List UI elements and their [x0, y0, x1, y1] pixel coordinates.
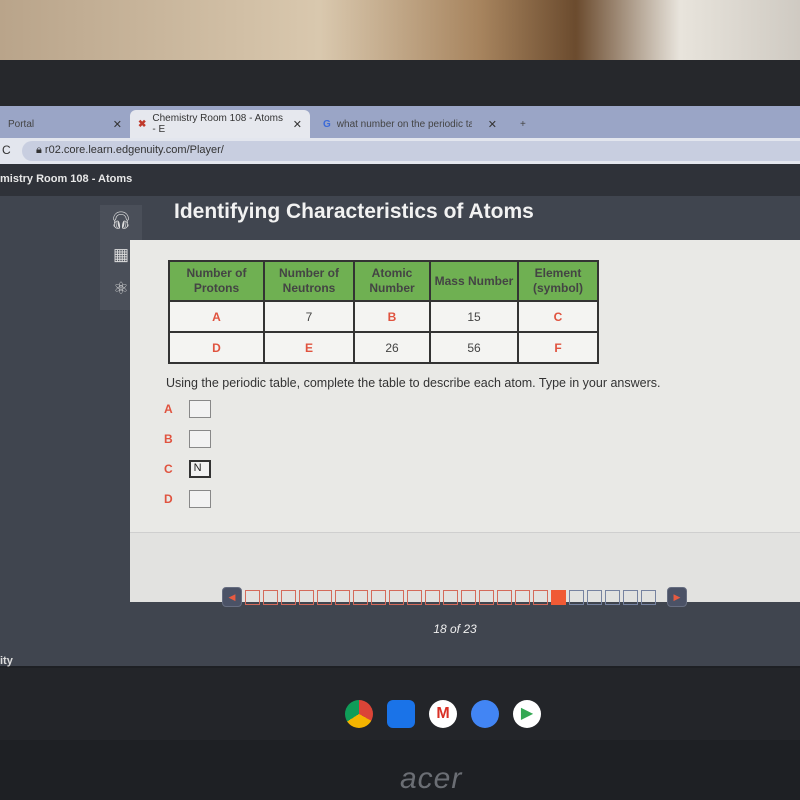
atom-icon[interactable]: ⚛	[110, 279, 132, 301]
close-icon[interactable]: ✕	[488, 118, 497, 131]
progress-step[interactable]	[497, 589, 512, 605]
progress-step[interactable]	[263, 589, 278, 605]
table-row: A 7 B 15 C	[168, 300, 599, 333]
tab-bar: Portal ✕ ✖ Chemistry Room 108 - Atoms - E ✕…	[0, 106, 800, 138]
progress-step[interactable]	[623, 589, 638, 605]
tab-google[interactable]: Gwhat number on the periodic tab ✕	[315, 110, 505, 138]
progress-step[interactable]	[551, 589, 566, 605]
progress-step[interactable]	[605, 589, 620, 605]
answer-input[interactable]	[188, 400, 211, 418]
progress-step[interactable]	[389, 589, 404, 605]
progress-step[interactable]	[407, 589, 422, 605]
table-cell: E	[263, 331, 355, 364]
table-row: D E 26 56 F	[168, 331, 599, 364]
progress-step[interactable]	[353, 589, 368, 605]
tab-portal[interactable]: Portal ✕	[0, 110, 130, 138]
answer-c: CN	[164, 460, 211, 478]
progress-step[interactable]	[479, 589, 494, 605]
gmail-icon[interactable]: M	[429, 700, 457, 728]
close-icon[interactable]: ✕	[113, 118, 122, 131]
url-text: r02.core.learn.edgenuity.com/Player/	[44, 144, 224, 156]
table-cell: 26	[353, 331, 431, 364]
taskbar-apps: M ▶	[345, 700, 541, 728]
progress-step[interactable]	[569, 589, 584, 605]
atom-table: Number of Protons Number of Neutrons Ato…	[168, 260, 599, 364]
answer-label: A	[164, 402, 173, 416]
course-header: mistry Room 108 - Atoms	[0, 164, 800, 196]
lock-icon: 🔒︎	[36, 144, 45, 156]
answer-label: D	[164, 492, 173, 506]
progress-step[interactable]	[371, 589, 386, 605]
page-title: Identifying Characteristics of Atoms	[174, 200, 534, 223]
progress-step[interactable]	[335, 589, 350, 605]
reload-icon[interactable]: C	[2, 143, 11, 157]
tab-label: Portal	[8, 118, 35, 130]
progress-step[interactable]	[515, 589, 530, 605]
answer-b: B	[164, 430, 211, 448]
progress-step[interactable]	[533, 589, 548, 605]
header-cell: Atomic Number	[353, 260, 431, 302]
progress-step[interactable]	[425, 589, 440, 605]
table-cell: F	[517, 331, 599, 364]
close-icon[interactable]: ✕	[293, 118, 302, 131]
progress-step[interactable]	[443, 589, 458, 605]
progress-step[interactable]	[587, 589, 602, 605]
header-cell: Mass Number	[429, 260, 519, 302]
answer-label: C	[164, 462, 173, 476]
table-cell: 15	[429, 300, 519, 333]
background-room	[0, 0, 800, 65]
progress-counter: 18 of 23	[433, 622, 477, 636]
header-cell: Element (symbol)	[517, 260, 599, 302]
progress-step[interactable]	[317, 589, 332, 605]
next-button[interactable]: ▶	[667, 587, 687, 607]
edgenuity-x-icon: ✖	[138, 118, 147, 130]
progress-step[interactable]	[461, 589, 476, 605]
new-tab-button[interactable]: +	[512, 110, 534, 138]
acer-logo: acer	[400, 762, 463, 795]
url-input[interactable]: 🔒︎ r02.core.learn.edgenuity.com/Player/	[22, 141, 800, 161]
files-icon[interactable]	[387, 700, 415, 728]
table-cell: C	[517, 300, 599, 333]
progress-step[interactable]	[299, 589, 314, 605]
tab-chemistry[interactable]: ✖ Chemistry Room 108 - Atoms - E ✕	[130, 110, 310, 138]
answer-input[interactable]: N	[188, 460, 211, 478]
instructions: Using the periodic table, complete the t…	[166, 376, 661, 390]
table-cell: D	[168, 331, 265, 364]
address-bar: C 🔒︎ r02.core.learn.edgenuity.com/Player…	[0, 138, 800, 164]
table-cell: A	[168, 300, 265, 333]
progress-step[interactable]	[245, 589, 260, 605]
prev-button[interactable]: ◀	[222, 587, 242, 607]
play-store-icon[interactable]: ▶	[513, 700, 541, 728]
footer-brand: ity	[0, 655, 13, 667]
course-title: mistry Room 108 - Atoms	[0, 173, 133, 185]
answer-input[interactable]	[188, 430, 211, 448]
chrome-icon[interactable]	[345, 700, 373, 728]
table-cell: 7	[263, 300, 355, 333]
calculator-icon[interactable]: ▦	[110, 245, 132, 267]
docs-icon[interactable]	[471, 700, 499, 728]
answer-label: B	[164, 432, 173, 446]
progress-step[interactable]	[641, 589, 656, 605]
answer-d: D	[164, 490, 211, 508]
tab-label: what number on the periodic tab	[336, 118, 472, 130]
google-icon: G	[323, 118, 331, 130]
header-cell: Number of Protons	[168, 260, 265, 302]
tab-label: Chemistry Room 108 - Atoms - E	[152, 113, 283, 135]
progress-nav: ◀ ▶	[222, 587, 687, 607]
progress-step[interactable]	[281, 589, 296, 605]
header-cell: Number of Neutrons	[263, 260, 355, 302]
headphones-icon[interactable]: 🎧︎	[110, 211, 132, 233]
monitor-bezel	[0, 60, 800, 108]
answer-a: A	[164, 400, 211, 418]
table-cell: B	[353, 300, 431, 333]
answer-input[interactable]	[188, 490, 211, 508]
question-panel: Number of Protons Number of Neutrons Ato…	[130, 240, 800, 602]
table-cell: 56	[429, 331, 519, 364]
